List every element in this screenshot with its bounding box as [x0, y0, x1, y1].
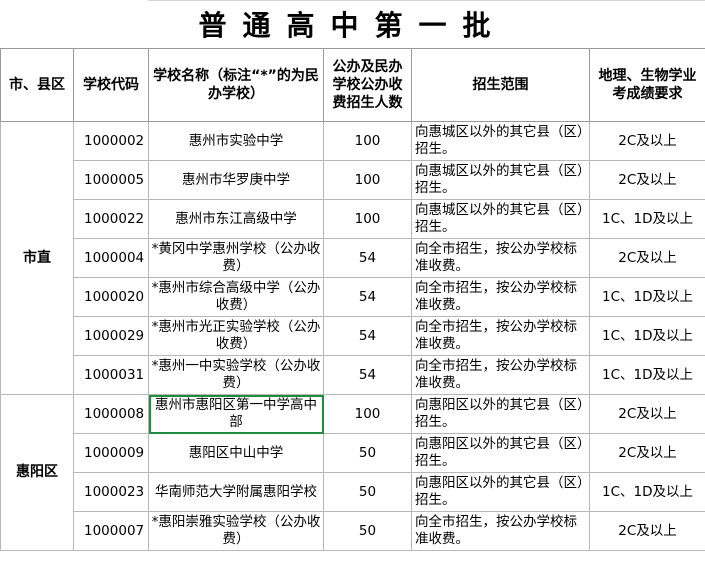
table-row: 1000020 *惠州市综合高级中学（公办收费） 54 向全市招生，按公办学校标…	[1, 277, 705, 317]
scope-cell[interactable]: 向惠阳区以外的其它县（区）招生。	[411, 433, 590, 473]
spreadsheet: 普通高中第一批 市、县区 学校代码 学校名称（标注“*”的为民办学校） 公办及民…	[0, 0, 705, 573]
requirement-cell[interactable]: 1C、1D及以上	[589, 316, 705, 356]
requirement-cell[interactable]: 2C及以上	[589, 394, 705, 434]
scope-cell[interactable]: 向惠阳区以外的其它县（区）招生。	[411, 472, 590, 512]
header-school[interactable]: 学校名称（标注“*”的为民办学校）	[148, 48, 324, 122]
quota-cell[interactable]: 54	[323, 316, 412, 356]
quota-cell[interactable]: 54	[323, 355, 412, 395]
quota-cell[interactable]: 50	[323, 511, 412, 551]
table-row: 1000023 华南师范大学附属惠阳学校 50 向惠阳区以外的其它县（区）招生。…	[1, 472, 705, 512]
school-cell[interactable]: 惠州市实验中学	[148, 121, 324, 161]
district-cell[interactable]: 市直	[0, 121, 74, 395]
requirement-cell[interactable]: 2C及以上	[589, 238, 705, 278]
school-cell[interactable]: 惠阳区中山中学	[148, 433, 324, 473]
scope-cell[interactable]: 向惠城区以外的其它县（区）招生。	[411, 160, 590, 200]
code-cell[interactable]: 1000029	[73, 316, 149, 356]
header-quota[interactable]: 公办及民办学校公办收费招生人数	[323, 48, 412, 122]
requirement-cell[interactable]: 2C及以上	[589, 121, 705, 161]
school-cell[interactable]: *惠州市光正实验学校（公办收费）	[148, 316, 324, 356]
code-cell[interactable]: 1000004	[73, 238, 149, 278]
scope-cell[interactable]: 向全市招生，按公办学校标准收费。	[411, 316, 590, 356]
header-row: 市、县区 学校代码 学校名称（标注“*”的为民办学校） 公办及民办学校公办收费招…	[0, 48, 705, 122]
table-row: 1000029 *惠州市光正实验学校（公办收费） 54 向全市招生，按公办学校标…	[1, 316, 705, 356]
quota-cell[interactable]: 54	[323, 238, 412, 278]
quota-cell[interactable]: 100	[323, 121, 412, 161]
school-cell[interactable]: *黄冈中学惠州学校（公办收费）	[148, 238, 324, 278]
requirement-cell[interactable]: 2C及以上	[589, 160, 705, 200]
table-row: 1000031 *惠州一中实验学校（公办收费） 54 向全市招生，按公办学校标准…	[1, 355, 705, 395]
school-cell[interactable]: 惠州市东江高级中学	[148, 199, 324, 239]
table-row: 1000007 *惠阳崇雅实验学校（公办收费） 50 向全市招生，按公办学校标准…	[1, 511, 705, 551]
code-cell[interactable]: 1000023	[73, 472, 149, 512]
code-cell[interactable]: 1000002	[73, 121, 149, 161]
scope-cell[interactable]: 向全市招生，按公办学校标准收费。	[411, 238, 590, 278]
table-row: 1000009 惠阳区中山中学 50 向惠阳区以外的其它县（区）招生。 2C及以…	[1, 433, 705, 473]
requirement-cell[interactable]: 2C及以上	[589, 433, 705, 473]
scope-cell[interactable]: 向惠城区以外的其它县（区）招生。	[411, 121, 590, 161]
district-cell[interactable]: 惠阳区	[0, 394, 74, 551]
school-cell[interactable]: *惠阳崇雅实验学校（公办收费）	[148, 511, 324, 551]
scope-cell[interactable]: 向惠阳区以外的其它县（区）招生。	[411, 394, 590, 434]
code-cell[interactable]: 1000009	[73, 433, 149, 473]
school-cell-selected[interactable]: 惠州市惠阳区第一中学高中部	[148, 394, 324, 434]
code-cell[interactable]: 1000022	[73, 199, 149, 239]
header-code[interactable]: 学校代码	[73, 48, 149, 122]
table-row: 1000004 *黄冈中学惠州学校（公办收费） 54 向全市招生，按公办学校标准…	[1, 238, 705, 278]
quota-cell[interactable]: 50	[323, 472, 412, 512]
code-cell[interactable]: 1000008	[73, 394, 149, 434]
quota-cell[interactable]: 100	[323, 199, 412, 239]
requirement-cell[interactable]: 1C、1D及以上	[589, 355, 705, 395]
scope-cell[interactable]: 向全市招生，按公办学校标准收费。	[411, 355, 590, 395]
code-cell[interactable]: 1000005	[73, 160, 149, 200]
code-cell[interactable]: 1000031	[73, 355, 149, 395]
header-scope[interactable]: 招生范围	[411, 48, 590, 122]
table-row: 惠阳区 1000008 惠州市惠阳区第一中学高中部 100 向惠阳区以外的其它县…	[0, 394, 705, 551]
admissions-table: 市、县区 学校代码 学校名称（标注“*”的为民办学校） 公办及民办学校公办收费招…	[0, 48, 705, 551]
scope-cell[interactable]: 向惠城区以外的其它县（区）招生。	[411, 199, 590, 239]
school-cell[interactable]: 惠州市华罗庚中学	[148, 160, 324, 200]
table-row: 市直 1000002 惠州市实验中学 100 向惠城区以外的其它县（区）招生。 …	[0, 121, 705, 395]
code-cell[interactable]: 1000020	[73, 277, 149, 317]
scope-cell[interactable]: 向全市招生，按公办学校标准收费。	[411, 277, 590, 317]
scope-cell[interactable]: 向全市招生，按公办学校标准收费。	[411, 511, 590, 551]
sheet-title[interactable]: 普通高中第一批	[0, 0, 705, 48]
requirement-cell[interactable]: 1C、1D及以上	[589, 199, 705, 239]
code-cell[interactable]: 1000007	[73, 511, 149, 551]
table-row: 1000022 惠州市东江高级中学 100 向惠城区以外的其它县（区）招生。 1…	[1, 199, 705, 239]
school-cell[interactable]: *惠州市综合高级中学（公办收费）	[148, 277, 324, 317]
table-row: 1000005 惠州市华罗庚中学 100 向惠城区以外的其它县（区）招生。 2C…	[1, 160, 705, 200]
requirement-cell[interactable]: 2C及以上	[589, 511, 705, 551]
requirement-cell[interactable]: 1C、1D及以上	[589, 277, 705, 317]
school-cell[interactable]: *惠州一中实验学校（公办收费）	[148, 355, 324, 395]
header-requirement[interactable]: 地理、生物学业考成绩要求	[589, 48, 705, 122]
school-cell[interactable]: 华南师范大学附属惠阳学校	[148, 472, 324, 512]
quota-cell[interactable]: 50	[323, 433, 412, 473]
quota-cell[interactable]: 100	[323, 160, 412, 200]
quota-cell[interactable]: 54	[323, 277, 412, 317]
quota-cell[interactable]: 100	[323, 394, 412, 434]
header-district[interactable]: 市、县区	[0, 48, 74, 122]
requirement-cell[interactable]: 1C、1D及以上	[589, 472, 705, 512]
